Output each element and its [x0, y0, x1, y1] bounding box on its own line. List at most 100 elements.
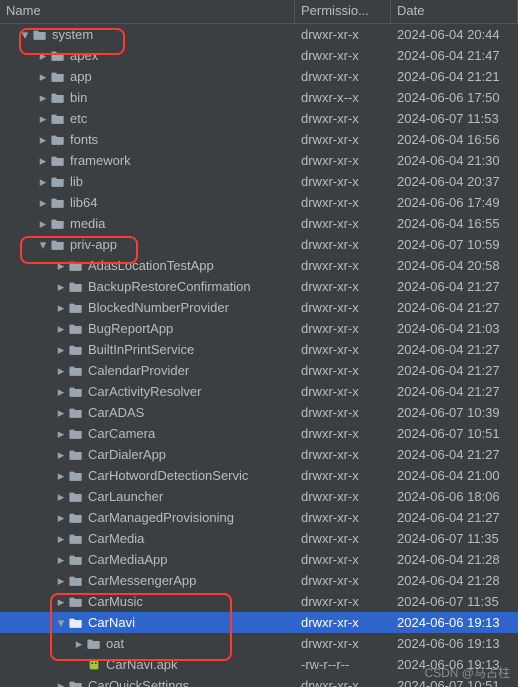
permissions-cell: drwxr-xr-x [295, 615, 391, 630]
chevron-right-icon[interactable]: ▸ [36, 48, 50, 64]
name-cell: ▸CarDialerApp [0, 447, 295, 463]
chevron-right-icon[interactable]: ▸ [36, 132, 50, 148]
name-cell: ▸ app [0, 69, 295, 85]
chevron-down-icon[interactable]: ▾ [54, 615, 68, 631]
tree-row[interactable]: ▾systemdrwxr-xr-x2024-06-04 20:44 [0, 24, 518, 45]
tree-row[interactable]: ▸mediadrwxr-xr-x2024-06-04 16:55 [0, 213, 518, 234]
tree-row[interactable]: ▸fontsdrwxr-xr-x2024-06-04 16:56 [0, 129, 518, 150]
chevron-down-icon[interactable]: ▾ [36, 237, 50, 253]
chevron-right-icon[interactable]: ▸ [54, 279, 68, 295]
name-cell: ▾ priv-app [0, 237, 295, 253]
tree-row[interactable]: ▸apexdrwxr-xr-x2024-06-04 21:47 [0, 45, 518, 66]
chevron-right-icon[interactable]: ▸ [54, 468, 68, 484]
chevron-right-icon[interactable]: ▸ [54, 300, 68, 316]
tree-row[interactable]: ▸BackupRestoreConfirmationdrwxr-xr-x2024… [0, 276, 518, 297]
date-cell: 2024-06-06 17:49 [391, 195, 518, 210]
chevron-right-icon[interactable]: ▸ [54, 426, 68, 442]
chevron-right-icon[interactable]: ▸ [54, 321, 68, 337]
chevron-right-icon[interactable]: ▸ [36, 90, 50, 106]
folder-icon [68, 489, 84, 505]
chevron-right-icon[interactable]: ▸ [54, 258, 68, 274]
chevron-right-icon[interactable]: ▸ [54, 489, 68, 505]
chevron-down-icon[interactable]: ▾ [18, 27, 32, 43]
name-cell: ▸CarNavi.apk [0, 657, 295, 673]
tree-row[interactable]: ▸BugReportAppdrwxr-xr-x2024-06-04 21:03 [0, 318, 518, 339]
folder-icon [50, 69, 66, 85]
row-name-label: priv-app [70, 237, 117, 252]
tree-row[interactable]: ▸CarLauncherdrwxr-xr-x2024-06-06 18:06 [0, 486, 518, 507]
name-cell: ▸etc [0, 111, 295, 127]
tree-row[interactable]: ▸appdrwxr-xr-x2024-06-04 21:21 [0, 66, 518, 87]
chevron-right-icon[interactable]: ▸ [36, 195, 50, 211]
name-cell: ▸ CarQuickSettings [0, 678, 295, 687]
tree-row[interactable]: ▸etcdrwxr-xr-x2024-06-07 11:53 [0, 108, 518, 129]
permissions-cell: drwxr-xr-x [295, 153, 391, 168]
row-name-label: AdasLocationTestApp [88, 258, 214, 273]
tree-row[interactable]: ▸CarManagedProvisioningdrwxr-xr-x2024-06… [0, 507, 518, 528]
chevron-right-icon[interactable]: ▸ [54, 552, 68, 568]
tree-row[interactable]: ▸bindrwxr-x--x2024-06-06 17:50 [0, 87, 518, 108]
tree-row[interactable]: ▸CarMediadrwxr-xr-x2024-06-07 11:35 [0, 528, 518, 549]
tree-row[interactable]: ▸CarActivityResolverdrwxr-xr-x2024-06-04… [0, 381, 518, 402]
chevron-right-icon[interactable]: ▸ [36, 69, 50, 85]
permissions-cell: drwxr-xr-x [295, 237, 391, 252]
tree-row[interactable]: ▸CarCameradrwxr-xr-x2024-06-07 10:51 [0, 423, 518, 444]
name-cell: ▸ AdasLocationTestApp [0, 258, 295, 274]
tree-row[interactable]: ▸BuiltInPrintServicedrwxr-xr-x2024-06-04… [0, 339, 518, 360]
col-header-date[interactable]: Date [391, 0, 518, 23]
date-cell: 2024-06-06 19:13 [391, 636, 518, 651]
tree-row[interactable]: ▸CarMusicdrwxr-xr-x2024-06-07 11:35 [0, 591, 518, 612]
row-name-label: lib [70, 174, 83, 189]
name-cell: ▸ CarMusic [0, 594, 295, 610]
chevron-right-icon[interactable]: ▸ [54, 342, 68, 358]
tree-body: ▾systemdrwxr-xr-x2024-06-04 20:44▸apexdr… [0, 24, 518, 687]
name-cell: ▸CarHotwordDetectionServic [0, 468, 295, 484]
permissions-cell: drwxr-xr-x [295, 132, 391, 147]
permissions-cell: drwxr-xr-x [295, 363, 391, 378]
row-name-label: CarMusic [88, 594, 143, 609]
tree-row[interactable]: ▸CarMediaAppdrwxr-xr-x2024-06-04 21:28 [0, 549, 518, 570]
tree-row[interactable]: ▸CarDialerAppdrwxr-xr-x2024-06-04 21:27 [0, 444, 518, 465]
tree-row[interactable]: ▾priv-appdrwxr-xr-x2024-06-07 10:59 [0, 234, 518, 255]
chevron-right-icon[interactable]: ▸ [36, 174, 50, 190]
chevron-right-icon[interactable]: ▸ [54, 363, 68, 379]
date-cell: 2024-06-04 21:27 [391, 342, 518, 357]
chevron-right-icon[interactable]: ▸ [54, 678, 68, 687]
tree-row[interactable]: ▸frameworkdrwxr-xr-x2024-06-04 21:30 [0, 150, 518, 171]
permissions-cell: drwxr-xr-x [295, 27, 391, 42]
tree-row[interactable]: ▸CarADASdrwxr-xr-x2024-06-07 10:39 [0, 402, 518, 423]
chevron-right-icon[interactable]: ▸ [72, 636, 86, 652]
chevron-right-icon[interactable]: ▸ [36, 153, 50, 169]
tree-row[interactable]: ▸BlockedNumberProviderdrwxr-xr-x2024-06-… [0, 297, 518, 318]
tree-row[interactable]: ▸oatdrwxr-xr-x2024-06-06 19:13 [0, 633, 518, 654]
row-name-label: CarMessengerApp [88, 573, 196, 588]
permissions-cell: drwxr-xr-x [295, 531, 391, 546]
chevron-right-icon[interactable]: ▸ [54, 447, 68, 463]
tree-row[interactable]: ▸AdasLocationTestAppdrwxr-xr-x2024-06-04… [0, 255, 518, 276]
name-cell: ▸CarMedia [0, 531, 295, 547]
tree-row[interactable]: ▸libdrwxr-xr-x2024-06-04 20:37 [0, 171, 518, 192]
row-name-label: app [70, 69, 92, 84]
folder-icon [50, 48, 66, 64]
col-header-permissions[interactable]: Permissio... [295, 0, 391, 23]
chevron-right-icon[interactable]: ▸ [54, 510, 68, 526]
tree-row[interactable]: ▸CalendarProviderdrwxr-xr-x2024-06-04 21… [0, 360, 518, 381]
tree-row[interactable]: ▸CarMessengerAppdrwxr-xr-x2024-06-04 21:… [0, 570, 518, 591]
apk-file-icon [86, 657, 102, 673]
folder-icon [50, 237, 66, 253]
tree-row[interactable]: ▸lib64drwxr-xr-x2024-06-06 17:49 [0, 192, 518, 213]
chevron-right-icon[interactable]: ▸ [36, 216, 50, 232]
tree-row[interactable]: ▸CarHotwordDetectionServicdrwxr-xr-x2024… [0, 465, 518, 486]
chevron-right-icon[interactable]: ▸ [54, 594, 68, 610]
tree-row[interactable]: ▾CarNavidrwxr-xr-x2024-06-06 19:13 [0, 612, 518, 633]
chevron-right-icon[interactable]: ▸ [36, 111, 50, 127]
permissions-cell: drwxr-xr-x [295, 321, 391, 336]
permissions-cell: drwxr-xr-x [295, 195, 391, 210]
chevron-right-icon[interactable]: ▸ [54, 531, 68, 547]
col-header-name[interactable]: Name [0, 0, 295, 23]
chevron-right-icon[interactable]: ▸ [54, 384, 68, 400]
row-name-label: CarQuickSettings [88, 678, 189, 687]
permissions-cell: drwxr-xr-x [295, 594, 391, 609]
chevron-right-icon[interactable]: ▸ [54, 405, 68, 421]
chevron-right-icon[interactable]: ▸ [54, 573, 68, 589]
